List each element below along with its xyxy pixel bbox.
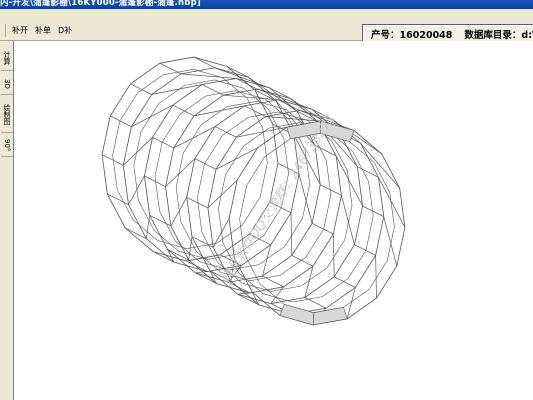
- panel-edge: [194, 158, 217, 170]
- side-tab-drawing[interactable]: 绘制图: [1, 97, 13, 133]
- panel-edge: [195, 271, 208, 274]
- panel-edge: [360, 143, 400, 189]
- panel-edge: [165, 158, 196, 187]
- cylinder-ring: [122, 67, 300, 272]
- panel-edge: [170, 197, 188, 227]
- panel-edge: [262, 275, 284, 288]
- cylinder-ring: [207, 110, 385, 315]
- panel-edge: [212, 218, 230, 248]
- panel-edge: [215, 147, 258, 170]
- menu-item-2[interactable]: 补单: [34, 24, 52, 37]
- panel-edge: [332, 234, 335, 277]
- panel-edge: [152, 137, 174, 149]
- menu-item-3[interactable]: D补: [57, 24, 73, 37]
- panel-edge: [131, 104, 173, 127]
- drawing-canvas[interactable]: 模具软件QQ交流群：246738271: [15, 41, 533, 400]
- title-bar: 内-开发\蒲蓬影棚\16KY000-蒲蓬影棚-蒲蓬.hbp]: [0, 0, 533, 9]
- panel-edge: [173, 126, 216, 149]
- database-label: 数据库目录：: [464, 30, 522, 41]
- panel-edge: [341, 195, 355, 245]
- panel-edge: [159, 62, 182, 75]
- panel-edge: [375, 255, 377, 299]
- panel-edge: [383, 216, 398, 267]
- order-label: 产号：: [371, 30, 400, 41]
- panel-edge: [180, 73, 237, 79]
- panel-edge: [270, 286, 284, 304]
- window-title: 内-开发\蒲蓬影棚\16KY000-蒲蓬影棚-蒲蓬.hbp]: [0, 0, 201, 8]
- side-tab-calc[interactable]: 计算: [1, 45, 13, 71]
- panel-edge: [128, 175, 145, 205]
- panel-edge: [335, 155, 363, 207]
- panel-edge: [123, 137, 153, 166]
- panel-edge: [248, 76, 298, 112]
- panel-edge: [290, 212, 293, 256]
- panel-edge: [202, 84, 224, 96]
- menu-item-1[interactable]: 补开: [11, 24, 29, 37]
- panel-edge: [354, 244, 376, 256]
- menu-bar: ​ 补开 补单 D补: [0, 24, 73, 37]
- side-tab-rotate-90[interactable]: 90°: [1, 135, 13, 157]
- menu-item-clipped[interactable]: ​: [0, 24, 6, 37]
- shaded-panel: [279, 304, 315, 326]
- toolbar: ​ 补开 补单 D补 产号：16020048 数据库目录：d:\数据: [0, 9, 533, 46]
- database-path: d:\数据: [521, 30, 533, 41]
- order-number: 16020048: [399, 30, 453, 41]
- panel-edge: [110, 115, 132, 127]
- panel-edge: [311, 223, 334, 235]
- side-tab-3d[interactable]: 3D: [1, 73, 13, 95]
- wireframe-cylinder-drawing: [101, 56, 406, 326]
- panel-edge: [237, 292, 250, 295]
- shaded-panel: [312, 306, 348, 326]
- side-tab-strip: 计算 3D 绘制图 90°: [0, 41, 14, 400]
- panel-edge: [298, 173, 313, 224]
- panel-edge: [304, 297, 327, 309]
- panel-edge: [244, 105, 266, 117]
- panel-edge: [378, 177, 406, 228]
- panel-edge: [207, 179, 238, 209]
